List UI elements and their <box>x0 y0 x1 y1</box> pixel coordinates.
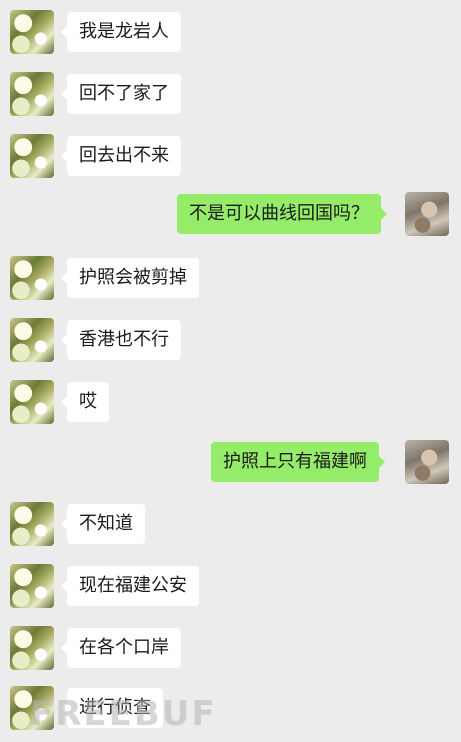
avatar[interactable] <box>10 134 54 178</box>
avatar[interactable] <box>405 192 449 236</box>
message-bubble[interactable]: 香港也不行 <box>61 320 181 360</box>
message-bubble[interactable]: 回不了家了 <box>61 74 181 114</box>
message-row: 我是龙岩人 <box>0 8 461 58</box>
watermark: FREEBUF <box>30 694 217 734</box>
avatar[interactable] <box>10 564 54 608</box>
message-bubble[interactable]: 在各个口岸 <box>61 628 181 668</box>
message-bubble[interactable]: 我是龙岩人 <box>61 12 181 52</box>
message-row: 在各个口岸 <box>0 624 461 674</box>
avatar[interactable] <box>10 318 54 362</box>
avatar[interactable] <box>10 380 54 424</box>
avatar[interactable] <box>10 72 54 116</box>
message-bubble[interactable]: 护照会被剪掉 <box>61 258 199 298</box>
avatar[interactable] <box>405 440 449 484</box>
avatar[interactable] <box>10 626 54 670</box>
message-row: 香港也不行 <box>0 316 461 366</box>
avatar[interactable] <box>10 256 54 300</box>
message-bubble[interactable]: 现在福建公安 <box>61 566 199 606</box>
avatar[interactable] <box>10 502 54 546</box>
message-bubble[interactable]: 不是可以曲线回国吗？ <box>177 194 387 234</box>
message-row: 护照会被剪掉 <box>0 254 461 304</box>
message-row: 不知道 <box>0 500 461 550</box>
message-row: 回不了家了 <box>0 70 461 120</box>
message-row: 哎 <box>0 378 461 428</box>
message-bubble[interactable]: 不知道 <box>61 504 145 544</box>
message-row: 不是可以曲线回国吗？ <box>0 190 461 240</box>
message-bubble[interactable]: 哎 <box>61 382 109 422</box>
message-row: 现在福建公安 <box>0 562 461 612</box>
message-row: 回去出不来 <box>0 132 461 182</box>
message-row: 护照上只有福建啊 <box>0 438 461 488</box>
message-bubble[interactable]: 回去出不来 <box>61 136 181 176</box>
message-bubble[interactable]: 护照上只有福建啊 <box>211 442 385 482</box>
avatar[interactable] <box>10 10 54 54</box>
